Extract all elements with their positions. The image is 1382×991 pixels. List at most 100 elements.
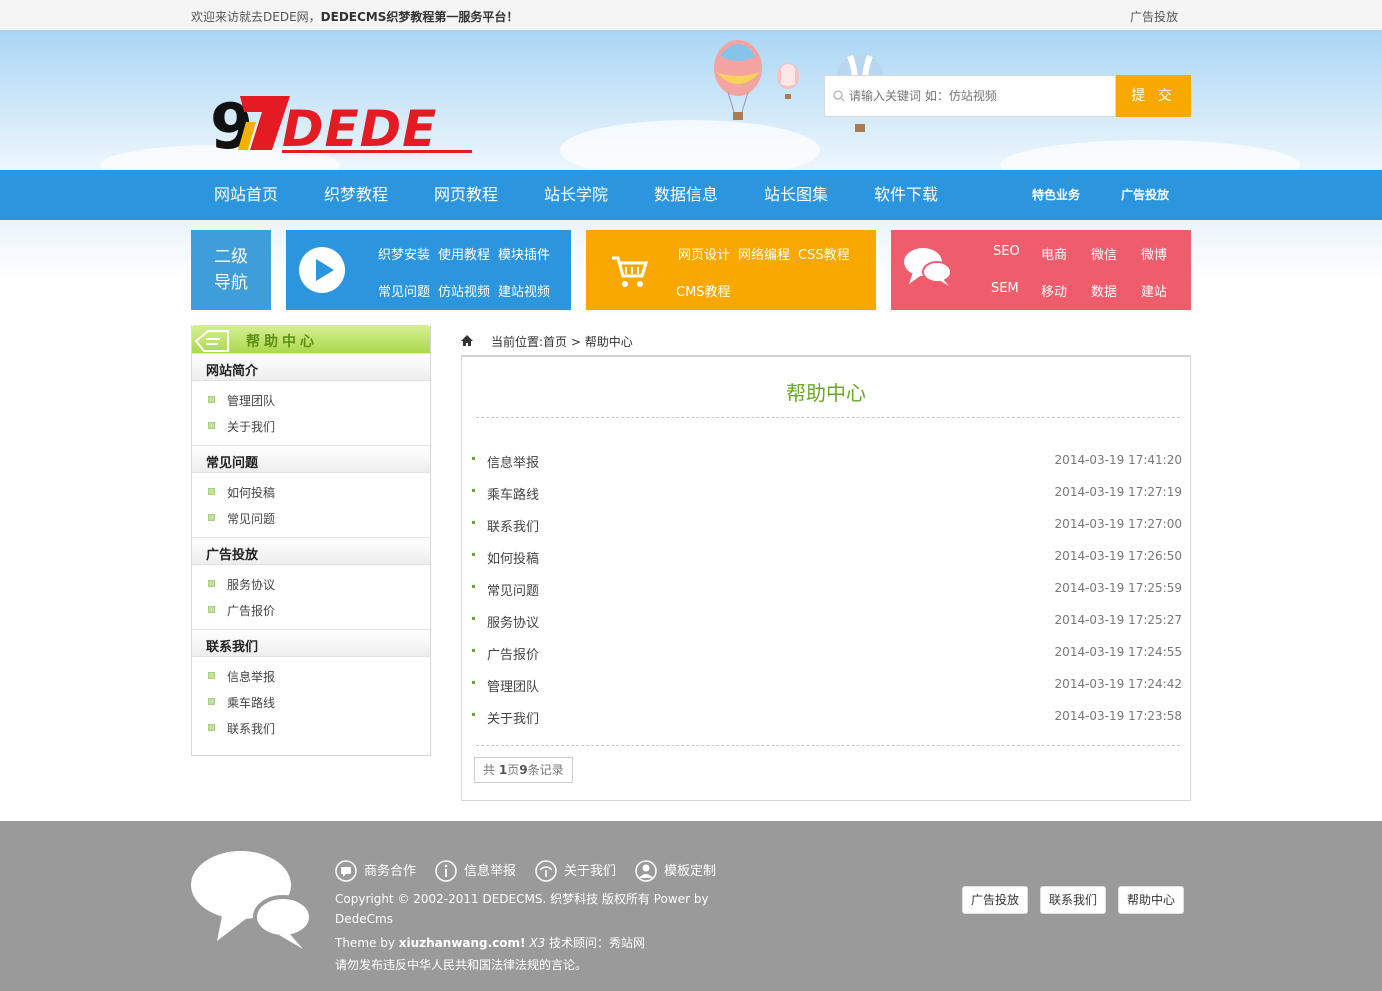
cloud-decoration: [1000, 140, 1300, 170]
nav-item-software[interactable]: 软件下载: [874, 170, 938, 220]
article-row[interactable]: 广告报价 2014-03-19 17:24:55: [472, 642, 1182, 663]
article-row[interactable]: 信息举报 2014-03-19 17:41:20: [472, 450, 1182, 471]
article-row[interactable]: 服务协议 2014-03-19 17:25:27: [472, 610, 1182, 631]
article-title[interactable]: 联系我们: [487, 516, 539, 535]
article-date: 2014-03-19 17:25:59: [1054, 581, 1182, 595]
sidebar-section-header[interactable]: 常见问题: [192, 445, 430, 473]
tile-link[interactable]: 数据: [1091, 281, 1117, 300]
info-icon: [435, 860, 457, 882]
tile-link[interactable]: 网络编程: [738, 244, 790, 263]
article-title[interactable]: 乘车路线: [487, 484, 539, 503]
tile-link[interactable]: 微信: [1091, 244, 1117, 263]
article-row[interactable]: 关于我们 2014-03-19 17:23:58: [472, 706, 1182, 727]
theme-credit: Theme by xiuzhanwang.com! X3 技术顾问：秀站网: [335, 936, 646, 950]
sidebar-item[interactable]: 管理团队: [192, 389, 430, 409]
article-title[interactable]: 信息举报: [487, 452, 539, 471]
sidebar-item[interactable]: 关于我们: [192, 415, 430, 435]
bullet-square-icon: [208, 580, 215, 587]
tile-link[interactable]: 微博: [1141, 244, 1167, 263]
footer-contact-button[interactable]: 联系我们: [1040, 886, 1107, 914]
sidebar-item[interactable]: 乘车路线: [192, 691, 430, 711]
nav-item-gallery[interactable]: 站长图集: [764, 170, 828, 220]
footer-help-button[interactable]: 帮助中心: [1118, 886, 1185, 914]
sidebar-section-title: 联系我们: [206, 640, 259, 655]
tile-link[interactable]: 网页设计: [678, 244, 730, 263]
sidebar-item[interactable]: 广告报价: [192, 599, 430, 619]
sidebar-section-header[interactable]: 广告投放: [192, 537, 430, 565]
copyright-line2: DedeCms: [335, 912, 393, 926]
nav-item-webmaster-school[interactable]: 站长学院: [544, 170, 608, 220]
article-row[interactable]: 联系我们 2014-03-19 17:27:00: [472, 514, 1182, 535]
sidebar-section-header[interactable]: 网站简介: [192, 353, 430, 381]
play-icon: [299, 247, 345, 293]
sidebar: 帮助中心 网站简介 管理团队 关于我们 常见问题 如何投稿 常见问题 广告投放 …: [191, 325, 431, 756]
sidebar-item-label: 如何投稿: [227, 486, 276, 500]
tile-link[interactable]: 使用教程: [438, 244, 490, 263]
article-row[interactable]: 如何投稿 2014-03-19 17:26:50: [472, 546, 1182, 567]
nav-item-ads[interactable]: 广告投放: [1121, 170, 1169, 220]
tile-link[interactable]: CSS教程: [798, 244, 850, 263]
sidebar-item-label: 信息举报: [227, 670, 276, 684]
article-title[interactable]: 管理团队: [487, 676, 539, 695]
top-bar: 欢迎来访就去DEDE网，DEDECMS织梦教程第一服务平台！ 广告投放: [0, 0, 1382, 30]
tile-link[interactable]: 建站视频: [498, 281, 550, 300]
bullet-dot-icon: [472, 617, 475, 620]
breadcrumb-home-link[interactable]: 首页: [543, 335, 567, 349]
copyright-line1: Copyright © 2002-2011 DEDECMS. 织梦科技 版权所有…: [335, 892, 709, 906]
sidebar-section-header[interactable]: 联系我们: [192, 629, 430, 657]
bullet-dot-icon: [472, 713, 475, 716]
nav-item-data-info[interactable]: 数据信息: [654, 170, 718, 220]
tile-link[interactable]: 常见问题: [378, 281, 430, 300]
search-input[interactable]: [849, 86, 1109, 106]
nav-item-dede-tutorial[interactable]: 织梦教程: [324, 170, 388, 220]
bullet-dot-icon: [472, 681, 475, 684]
bullet-dot-icon: [472, 457, 475, 460]
tile-marketing: SEO 电商 微信 微博 SEM 移动 数据 建站: [891, 230, 1191, 310]
tile-link[interactable]: SEM: [991, 281, 1019, 296]
sidebar-item[interactable]: 如何投稿: [192, 481, 430, 501]
sidebar-item-label: 常见问题: [227, 512, 276, 526]
article-title[interactable]: 服务协议: [487, 612, 539, 631]
article-title[interactable]: 关于我们: [487, 708, 539, 727]
tile-link[interactable]: 建站: [1141, 281, 1167, 300]
article-row[interactable]: 常见问题 2014-03-19 17:25:59: [472, 578, 1182, 599]
article-title[interactable]: 如何投稿: [487, 548, 539, 567]
tile-link[interactable]: 电商: [1041, 244, 1067, 263]
tile-link[interactable]: 织梦安装: [378, 244, 430, 263]
article-title[interactable]: 常见问题: [487, 580, 539, 599]
article-list-panel: 帮助中心 信息举报 2014-03-19 17:41:20 乘车路线 2014-03…: [461, 355, 1191, 801]
sidebar-item[interactable]: 常见问题: [192, 507, 430, 527]
article-row[interactable]: 管理团队 2014-03-19 17:24:42: [472, 674, 1182, 695]
top-ad-link[interactable]: 广告投放: [1130, 8, 1178, 25]
sidebar-item-label: 关于我们: [227, 420, 276, 434]
bullet-square-icon: [208, 724, 215, 731]
secondary-nav-band: 二级 导航 织梦安装 使用教程 模块插件 常见问题 仿站视频 建站视频 网页设计…: [0, 220, 1382, 320]
sidebar-item[interactable]: 联系我们: [192, 717, 430, 737]
article-row[interactable]: 乘车路线 2014-03-19 17:27:19: [472, 482, 1182, 503]
sidebar-section-title: 网站简介: [206, 364, 259, 379]
chat-icon: [335, 860, 357, 882]
tile-link[interactable]: 仿站视频: [438, 281, 490, 300]
tile-link[interactable]: SEO: [993, 244, 1020, 259]
chat-bubbles-icon: [191, 851, 313, 949]
tile-link[interactable]: CMS教程: [676, 281, 731, 300]
footer-ad-button[interactable]: 广告投放: [962, 886, 1029, 914]
cart-icon: [612, 256, 649, 287]
bullet-square-icon: [208, 422, 215, 429]
article-date: 2014-03-19 17:23:58: [1054, 709, 1182, 723]
search-submit-button[interactable]: 提 交: [1116, 75, 1191, 117]
balloon-icon: [777, 63, 799, 99]
nav-item-web-tutorial[interactable]: 网页教程: [434, 170, 498, 220]
sidebar-item[interactable]: 信息举报: [192, 665, 430, 685]
dede-logo[interactable]: 9 DEDE: [210, 90, 480, 160]
article-date: 2014-03-19 17:24:42: [1054, 677, 1182, 691]
bullet-square-icon: [208, 606, 215, 613]
nav-item-featured[interactable]: 特色业务: [1032, 170, 1080, 220]
nav-item-home[interactable]: 网站首页: [214, 170, 278, 220]
article-title[interactable]: 广告报价: [487, 644, 539, 663]
sidebar-item[interactable]: 服务协议: [192, 573, 430, 593]
search-bar: 提 交: [824, 75, 1191, 117]
divider: [476, 745, 1180, 746]
tile-link[interactable]: 模块插件: [498, 244, 550, 263]
tile-link[interactable]: 移动: [1041, 281, 1067, 300]
